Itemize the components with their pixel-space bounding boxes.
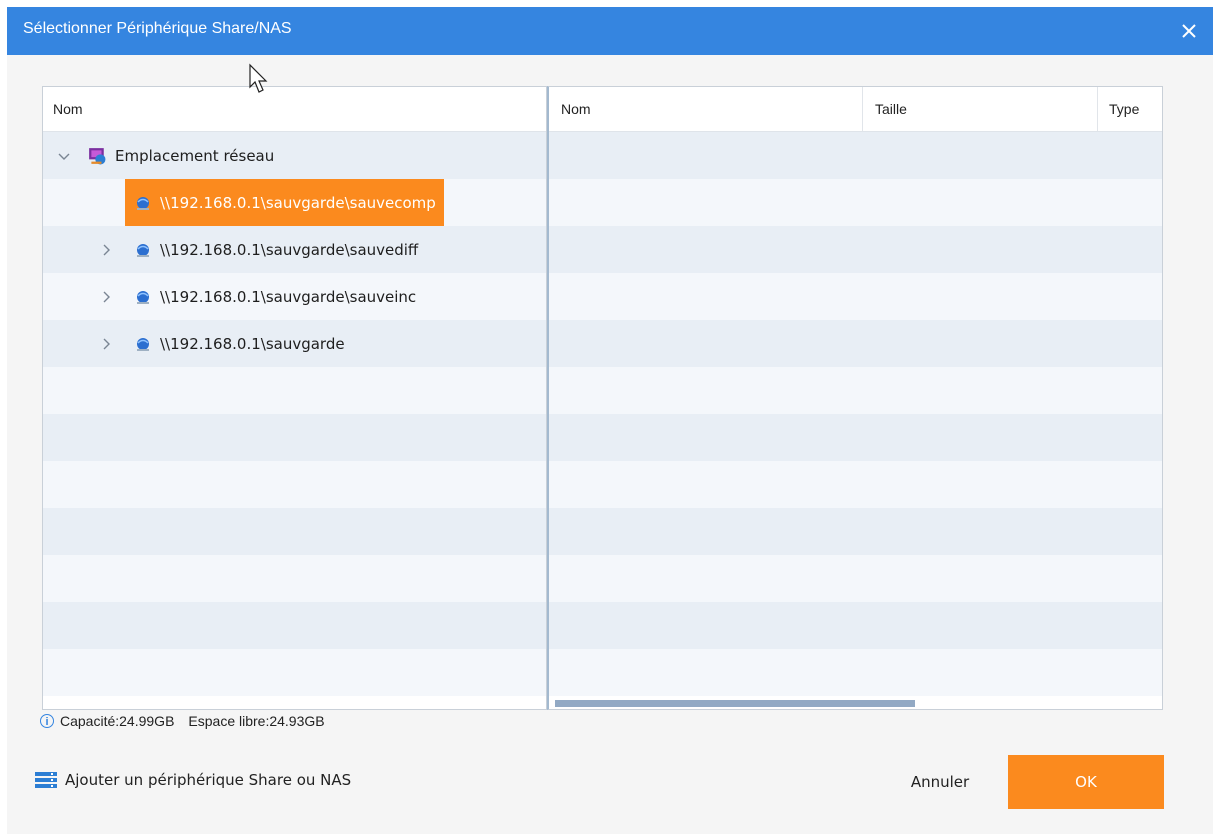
add-link-label: Ajouter un périphérique Share ou NAS bbox=[65, 771, 352, 789]
list-row bbox=[549, 508, 1162, 555]
cancel-button[interactable]: Annuler bbox=[894, 756, 986, 808]
tree-item-label: \\192.168.0.1\sauvgarde\sauvecomp bbox=[160, 193, 436, 212]
list-row bbox=[549, 602, 1162, 649]
empty-row bbox=[43, 602, 546, 649]
file-list-header: Nom Taille Type bbox=[549, 87, 1162, 132]
add-share-nas-link[interactable]: Ajouter un périphérique Share ou NAS bbox=[35, 771, 351, 789]
tree-item-label: \\192.168.0.1\sauvgarde\sauvediff bbox=[160, 240, 419, 259]
column-header-nom[interactable]: Nom bbox=[561, 101, 591, 117]
tree-header: Nom bbox=[43, 87, 546, 132]
empty-row bbox=[43, 649, 546, 696]
tree-item-network-location[interactable]: Emplacement réseau bbox=[57, 132, 274, 179]
tree-item-sauvediff[interactable]: \\192.168.0.1\sauvgarde\sauvediff bbox=[99, 226, 418, 273]
network-share-icon bbox=[137, 290, 149, 304]
tree-item-sauveinc[interactable]: \\192.168.0.1\sauvgarde\sauveinc bbox=[99, 273, 416, 320]
column-header-nom[interactable]: Nom bbox=[53, 101, 83, 117]
list-row bbox=[549, 179, 1162, 226]
list-row bbox=[549, 226, 1162, 273]
chevron-right-icon[interactable] bbox=[99, 290, 113, 304]
list-row bbox=[549, 132, 1162, 179]
empty-row bbox=[43, 461, 546, 508]
close-button[interactable] bbox=[1171, 13, 1207, 49]
empty-row bbox=[43, 367, 546, 414]
network-share-icon bbox=[137, 337, 149, 351]
chevron-down-icon[interactable] bbox=[57, 149, 71, 163]
tree-panel[interactable]: Nom Emplacement réseau \\192.168.0.1\sau… bbox=[42, 86, 547, 710]
capacity-info: i Capacité:24.99GB Espace libre:24.93GB bbox=[40, 713, 325, 729]
chevron-right-icon[interactable] bbox=[99, 243, 113, 257]
empty-row bbox=[43, 508, 546, 555]
tree-item-label: \\192.168.0.1\sauvgarde\sauveinc bbox=[160, 287, 417, 306]
title-bar: Sélectionner Périphérique Share/NAS bbox=[7, 7, 1213, 55]
list-row bbox=[549, 367, 1162, 414]
column-header-type[interactable]: Type bbox=[1109, 101, 1139, 117]
column-separator[interactable] bbox=[862, 87, 863, 131]
tree-row[interactable]: \\192.168.0.1\sauvgarde bbox=[43, 320, 546, 367]
list-row bbox=[549, 461, 1162, 508]
server-list-icon bbox=[35, 771, 57, 788]
list-row bbox=[549, 273, 1162, 320]
tree-row[interactable]: \\192.168.0.1\sauvgarde\sauvediff bbox=[43, 226, 546, 273]
tree-item-label: Emplacement réseau bbox=[115, 146, 275, 165]
info-icon: i bbox=[40, 714, 54, 728]
tree-item-label: \\192.168.0.1\sauvgarde bbox=[160, 334, 345, 353]
file-list-panel[interactable]: Nom Taille Type bbox=[547, 86, 1163, 710]
dialog-title: Sélectionner Périphérique Share/NAS bbox=[23, 20, 292, 37]
list-row bbox=[549, 320, 1162, 367]
tree-row[interactable]: Emplacement réseau bbox=[43, 132, 546, 179]
close-icon bbox=[1182, 24, 1196, 38]
scrollbar-thumb[interactable] bbox=[555, 700, 915, 707]
network-share-icon bbox=[137, 196, 149, 210]
file-list-rows bbox=[549, 132, 1162, 696]
empty-row bbox=[43, 414, 546, 461]
horizontal-scrollbar[interactable] bbox=[549, 697, 1162, 709]
capacity-text: Capacité:24.99GB bbox=[60, 713, 175, 729]
tree-item-sauvecomp[interactable]: \\192.168.0.1\sauvgarde\sauvecomp bbox=[125, 179, 444, 226]
list-row bbox=[549, 414, 1162, 461]
tree-row[interactable]: \\192.168.0.1\sauvgarde\sauvecomp bbox=[43, 179, 546, 226]
mouse-cursor-icon bbox=[249, 63, 268, 93]
column-separator[interactable] bbox=[1097, 87, 1098, 131]
tree-row[interactable]: \\192.168.0.1\sauvgarde\sauveinc bbox=[43, 273, 546, 320]
free-space-text: Espace libre:24.93GB bbox=[188, 713, 325, 729]
chevron-right-icon[interactable] bbox=[99, 337, 113, 351]
ok-button[interactable]: OK bbox=[1008, 755, 1164, 809]
tree-rows: Emplacement réseau \\192.168.0.1\sauvgar… bbox=[43, 132, 546, 696]
list-row bbox=[549, 555, 1162, 602]
column-header-taille[interactable]: Taille bbox=[875, 101, 907, 117]
network-share-icon bbox=[137, 243, 149, 257]
list-row bbox=[549, 649, 1162, 696]
network-location-icon bbox=[89, 147, 106, 164]
tree-item-sauvgarde[interactable]: \\192.168.0.1\sauvgarde bbox=[99, 320, 345, 367]
empty-row bbox=[43, 555, 546, 602]
